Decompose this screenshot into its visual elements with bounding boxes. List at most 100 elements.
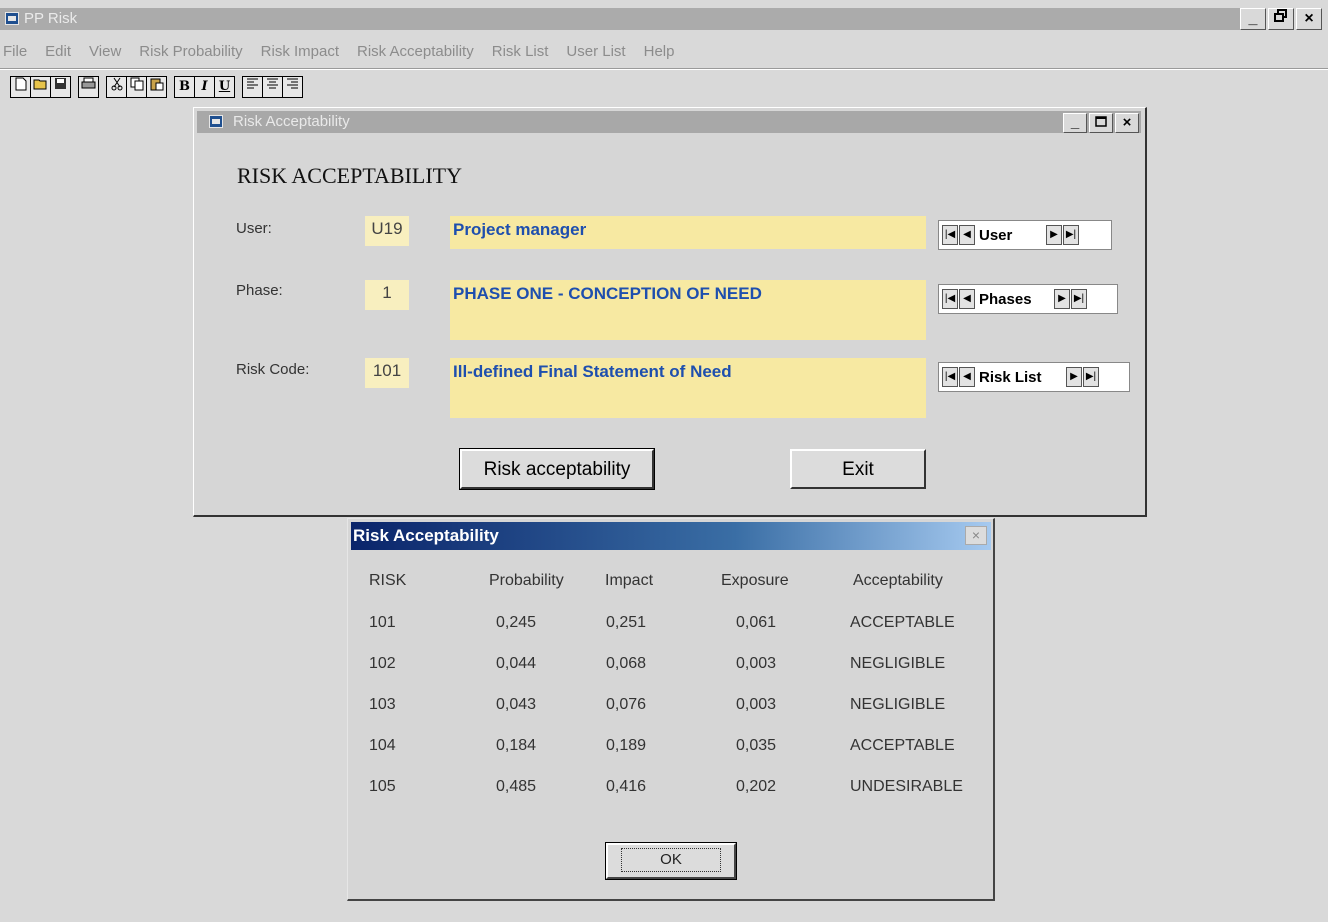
app-title: PP Risk — [24, 10, 78, 27]
exit-button[interactable]: Exit — [790, 449, 926, 489]
user-navigator: |◀ ◀ User ▶ ▶| — [938, 220, 1112, 250]
user-code-field[interactable]: U19 — [365, 216, 409, 246]
app-window: PP Risk _ × File Edit View Risk Probabil… — [0, 0, 1328, 922]
close-button[interactable]: × — [1296, 8, 1322, 30]
cell-acceptability: ACCEPTABLE — [850, 737, 955, 754]
phase-description-field[interactable]: PHASE ONE - CONCEPTION OF NEED — [450, 280, 926, 340]
cell-probability: 0,044 — [496, 655, 537, 672]
menu-bar: File Edit View Risk Probability Risk Imp… — [0, 40, 683, 64]
dialog-close-button[interactable]: × — [965, 526, 987, 545]
last-record-icon[interactable]: ▶| — [1083, 367, 1099, 387]
child-window-title: Risk Acceptability — [233, 113, 350, 130]
print-icon[interactable] — [78, 76, 99, 98]
risk-acceptability-button[interactable]: Risk acceptability — [459, 448, 655, 490]
cell-impact: 0,068 — [606, 655, 647, 672]
next-record-icon[interactable]: ▶ — [1066, 367, 1082, 387]
menu-divider — [0, 68, 1328, 70]
ok-button[interactable]: OK — [605, 842, 737, 880]
first-record-icon[interactable]: |◀ — [942, 367, 958, 387]
open-icon[interactable] — [30, 76, 51, 98]
risk-acceptability-dialog: Risk Acceptability × RISK Probability Im… — [347, 518, 995, 901]
cell-probability: 0,043 — [496, 696, 537, 713]
risk-code-field[interactable]: 101 — [365, 358, 409, 388]
cell-risk: 102 — [369, 655, 396, 672]
menu-risk-probability[interactable]: Risk Probability — [130, 40, 251, 64]
risk-list-navigator: |◀ ◀ Risk List ▶ ▶| — [938, 362, 1130, 392]
align-left-icon[interactable] — [242, 76, 263, 98]
paste-icon[interactable] — [146, 76, 167, 98]
menu-view[interactable]: View — [80, 40, 130, 64]
cell-acceptability: NEGLIGIBLE — [850, 655, 946, 672]
cell-exposure: 0,003 — [736, 655, 777, 672]
align-center-icon[interactable] — [262, 76, 283, 98]
first-record-icon[interactable]: |◀ — [942, 289, 958, 309]
bold-icon[interactable]: B — [174, 76, 195, 98]
last-record-icon[interactable]: ▶| — [1071, 289, 1087, 309]
first-record-icon[interactable]: |◀ — [942, 225, 958, 245]
cell-acceptability: NEGLIGIBLE — [850, 696, 946, 713]
save-icon[interactable] — [50, 76, 71, 98]
page-title: RISK ACCEPTABILITY — [237, 163, 462, 188]
ok-button-label: OK — [621, 848, 721, 872]
cell-acceptability: UNDESIRABLE — [850, 778, 963, 795]
minimize-button[interactable]: _ — [1240, 8, 1266, 30]
restore-icon — [1274, 9, 1287, 22]
column-header-exposure: Exposure — [721, 572, 789, 589]
phase-nav-label: Phases — [979, 290, 1032, 308]
cut-icon[interactable] — [106, 76, 127, 98]
main-window-controls: _ × — [1240, 8, 1322, 30]
prev-record-icon[interactable]: ◀ — [959, 367, 975, 387]
cell-impact: 0,416 — [606, 778, 647, 795]
last-record-icon[interactable]: ▶| — [1063, 225, 1079, 245]
main-title-bar[interactable]: PP Risk — [0, 8, 1240, 30]
cell-risk: 105 — [369, 778, 396, 795]
cell-impact: 0,076 — [606, 696, 647, 713]
restore-button[interactable] — [1268, 8, 1294, 30]
cell-probability: 0,245 — [496, 614, 537, 631]
user-description-field[interactable]: Project manager — [450, 216, 926, 249]
next-record-icon[interactable]: ▶ — [1054, 289, 1070, 309]
child-minimize-button[interactable]: _ — [1063, 113, 1087, 133]
form-icon — [209, 115, 223, 128]
cell-probability: 0,184 — [496, 737, 537, 754]
prev-record-icon[interactable]: ◀ — [959, 225, 975, 245]
user-label: User: — [236, 220, 272, 237]
cell-probability: 0,485 — [496, 778, 537, 795]
copy-icon[interactable] — [126, 76, 147, 98]
maximize-icon — [1095, 116, 1107, 127]
next-record-icon[interactable]: ▶ — [1046, 225, 1062, 245]
menu-file[interactable]: File — [0, 40, 36, 64]
menu-risk-acceptability[interactable]: Risk Acceptability — [348, 40, 483, 64]
phase-code-field[interactable]: 1 — [365, 280, 409, 310]
risk-nav-label: Risk List — [979, 368, 1042, 386]
menu-edit[interactable]: Edit — [36, 40, 80, 64]
child-window-controls: _ × — [1063, 113, 1139, 133]
risk-acceptability-window: Risk Acceptability _ × RISK ACCEPTABILIT… — [193, 107, 1147, 517]
italic-icon[interactable]: I — [194, 76, 215, 98]
cell-exposure: 0,003 — [736, 696, 777, 713]
cell-exposure: 0,061 — [736, 614, 777, 631]
phase-label: Phase: — [236, 282, 283, 299]
column-header-acceptability: Acceptability — [853, 572, 943, 589]
child-close-button[interactable]: × — [1115, 113, 1139, 133]
user-nav-label: User — [979, 226, 1013, 244]
cell-acceptability: ACCEPTABLE — [850, 614, 955, 631]
child-maximize-button[interactable] — [1089, 113, 1113, 133]
cell-risk: 104 — [369, 737, 396, 754]
align-right-icon[interactable] — [282, 76, 303, 98]
menu-help[interactable]: Help — [635, 40, 684, 64]
underline-icon[interactable]: U — [214, 76, 235, 98]
cell-impact: 0,251 — [606, 614, 647, 631]
phase-navigator: |◀ ◀ Phases ▶ ▶| — [938, 284, 1118, 314]
cell-risk: 103 — [369, 696, 396, 713]
risk-description-field[interactable]: Ill-defined Final Statement of Need — [450, 358, 926, 418]
menu-user-list[interactable]: User List — [557, 40, 634, 64]
dialog-title-bar[interactable]: Risk Acceptability — [351, 522, 991, 550]
menu-risk-list[interactable]: Risk List — [483, 40, 558, 64]
new-icon[interactable] — [10, 76, 31, 98]
dialog-title: Risk Acceptability — [353, 526, 499, 545]
child-title-bar[interactable]: Risk Acceptability — [197, 111, 1141, 133]
cell-risk: 101 — [369, 614, 396, 631]
prev-record-icon[interactable]: ◀ — [959, 289, 975, 309]
menu-risk-impact[interactable]: Risk Impact — [252, 40, 348, 64]
